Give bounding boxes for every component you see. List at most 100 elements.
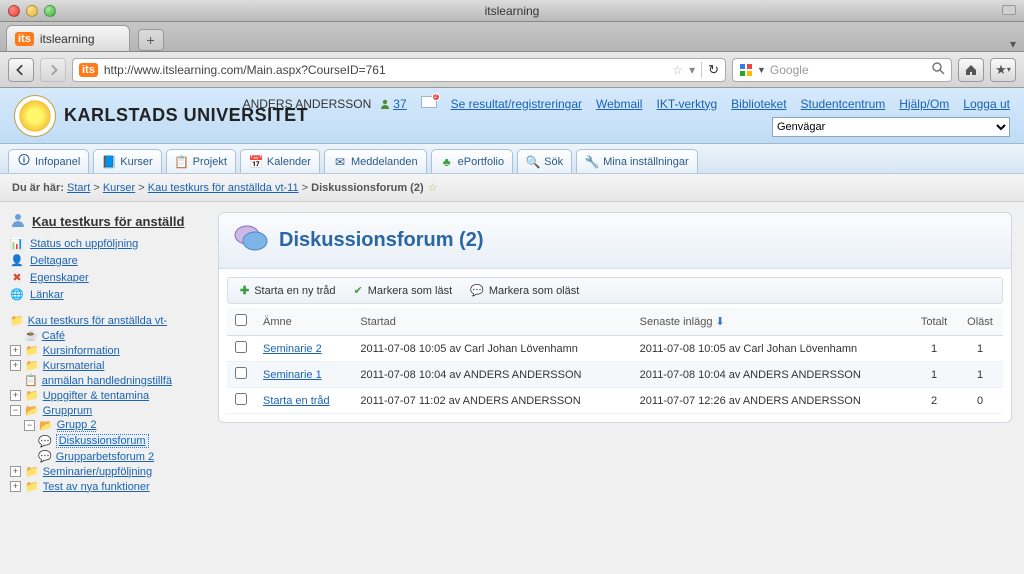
new-thread-button[interactable]: ✚ Starta en ny tråd (240, 284, 336, 297)
threads-table: Ämne Startad Senaste inlägg ⬇ Totalt Olä… (227, 308, 1003, 414)
col-total[interactable]: Totalt (911, 308, 957, 336)
dropdown-arrow-icon[interactable]: ▾ (689, 63, 695, 77)
tab-infopanel[interactable]: 🛈Infopanel (8, 149, 89, 173)
infopanel-icon: 🛈 (17, 155, 31, 169)
shortcut-row: Genvägar (772, 117, 1010, 137)
reload-icon[interactable]: ↻ (708, 62, 719, 78)
select-all-checkbox[interactable] (235, 314, 247, 326)
search-engine-dropdown-icon[interactable]: ▼ (757, 65, 766, 75)
col-subject[interactable]: Ämne (255, 308, 352, 336)
browser-tab[interactable]: its itslearning (6, 25, 130, 51)
tree-diskussionsforum[interactable]: Diskussionsforum (56, 434, 149, 448)
mark-unread-button[interactable]: 💬 Markera som oläst (470, 284, 579, 297)
tree-testnya[interactable]: Test av nya funktioner (43, 481, 150, 493)
bc-course[interactable]: Kau testkurs för anställda vt-11 (148, 182, 299, 194)
home-button[interactable] (958, 58, 984, 82)
links-icon: 🌐 (10, 288, 24, 301)
thread-link[interactable]: Seminarie 1 (263, 369, 322, 381)
tab-eportfolio[interactable]: ♣ePortfolio (431, 149, 513, 173)
page: KARLSTADS UNIVERSITET ANDERS ANDERSSON 3… (0, 88, 1024, 574)
col-started[interactable]: Startad (352, 308, 631, 336)
webmail-link[interactable]: Webmail (596, 97, 642, 111)
ikt-link[interactable]: IKT-verktyg (656, 97, 717, 111)
back-arrow-icon (15, 64, 27, 76)
library-link[interactable]: Biblioteket (731, 97, 786, 111)
unread-cell: 0 (957, 388, 1003, 414)
bookmarks-button[interactable]: ★▾ (990, 58, 1016, 82)
studentcenter-link[interactable]: Studentcentrum (801, 97, 886, 111)
sidebar-status-link[interactable]: Status och uppföljning (30, 238, 138, 250)
tab-installningar[interactable]: 🔧Mina inställningar (576, 149, 698, 173)
cafe-icon: ☕ (24, 329, 38, 342)
tree-uppgifter[interactable]: Uppgifter & tentamina (43, 390, 149, 402)
messages-link[interactable]: 2 (421, 96, 437, 111)
course-title[interactable]: Kau testkurs för anställd (10, 212, 196, 231)
browser-search-field[interactable]: ▼ Google (732, 58, 952, 82)
col-latest[interactable]: Senaste inlägg ⬇ (632, 308, 911, 336)
online-users-link[interactable]: 37 (379, 97, 406, 111)
total-cell: 1 (911, 336, 957, 362)
site-favicon-icon: its (79, 63, 98, 77)
mark-read-button[interactable]: ✔ Markera som läst (354, 284, 453, 297)
search-nav-icon: 🔍 (526, 155, 540, 169)
tree-collapse-button[interactable]: − (10, 405, 21, 416)
total-cell: 1 (911, 362, 957, 388)
tree-root[interactable]: Kau testkurs för anställda vt- (28, 315, 167, 327)
tabbar-overflow-icon[interactable]: ▾ (1010, 37, 1016, 51)
logout-link[interactable]: Logga ut (963, 97, 1010, 111)
tree-kursmaterial[interactable]: Kursmaterial (43, 360, 105, 372)
window-title: itslearning (0, 4, 1024, 18)
tab-sok[interactable]: 🔍Sök (517, 149, 572, 173)
new-tab-button[interactable]: + (138, 29, 164, 51)
bc-kurser[interactable]: Kurser (103, 182, 135, 194)
tree-expand-button[interactable]: + (10, 345, 21, 356)
sidebar-links-link[interactable]: Länkar (30, 289, 64, 301)
row-checkbox[interactable] (235, 341, 247, 353)
favorite-star-icon[interactable]: ☆ (428, 181, 438, 194)
shortcut-select[interactable]: Genvägar (772, 117, 1010, 137)
row-checkbox[interactable] (235, 367, 247, 379)
results-link[interactable]: Se resultat/registreringar (451, 97, 582, 111)
tree-grupprum[interactable]: Grupprum (43, 405, 93, 417)
folder-open-icon: 📂 (25, 404, 39, 417)
tree-expand-button[interactable]: + (10, 360, 21, 371)
forward-button[interactable] (40, 58, 66, 82)
sidebar-participants-link[interactable]: Deltagare (30, 255, 78, 267)
table-row: Starta en tråd 2011-07-07 11:02 av ANDER… (227, 388, 1003, 414)
tab-projekt[interactable]: 📋Projekt (166, 149, 236, 173)
col-unread[interactable]: Oläst (957, 308, 1003, 336)
tab-kurser[interactable]: 📘Kurser (93, 149, 161, 173)
thread-link[interactable]: Starta en tråd (263, 395, 330, 407)
tree-expand-button[interactable]: + (10, 390, 21, 401)
sidebar-properties-link[interactable]: Egenskaper (30, 272, 89, 284)
tree-expand-button[interactable]: + (10, 481, 21, 492)
search-icon[interactable] (932, 62, 945, 78)
window-titlebar: itslearning (0, 0, 1024, 22)
window-toolbar-button[interactable] (1002, 5, 1016, 15)
tab-kalender[interactable]: 📅Kalender (240, 149, 320, 173)
latest-cell: 2011-07-08 10:05 av Carl Johan Lövenhamn (632, 336, 911, 362)
tree-expand-button[interactable]: + (10, 466, 21, 477)
tree-kursinfo[interactable]: Kursinformation (43, 345, 120, 357)
latest-cell: 2011-07-08 10:04 av ANDERS ANDERSSON (632, 362, 911, 388)
unread-cell: 1 (957, 362, 1003, 388)
main-nav: 🛈Infopanel 📘Kurser 📋Projekt 📅Kalender ✉M… (0, 144, 1024, 174)
row-checkbox[interactable] (235, 393, 247, 405)
bookmark-star-icon[interactable]: ☆ (672, 63, 683, 77)
back-button[interactable] (8, 58, 34, 82)
tree-grupparbetsforum[interactable]: Grupparbetsforum 2 (56, 451, 154, 463)
table-row: Seminarie 1 2011-07-08 10:04 av ANDERS A… (227, 362, 1003, 388)
sort-desc-icon: ⬇ (716, 316, 725, 328)
tree-seminarier[interactable]: Seminarier/uppföljning (43, 466, 152, 478)
tree-cafe[interactable]: Café (42, 330, 65, 342)
tree-collapse-button[interactable]: − (24, 420, 35, 431)
tree-grupp2[interactable]: Grupp 2 (57, 419, 97, 432)
tree-anmalan[interactable]: anmälan handledningstillfä (42, 375, 172, 387)
separator (701, 62, 702, 78)
help-link[interactable]: Hjälp/Om (899, 97, 949, 111)
tab-meddelanden[interactable]: ✉Meddelanden (324, 149, 427, 173)
thread-link[interactable]: Seminarie 2 (263, 343, 322, 355)
started-cell: 2011-07-08 10:04 av ANDERS ANDERSSON (352, 362, 631, 388)
url-field[interactable]: its http://www.itslearning.com/Main.aspx… (72, 58, 726, 82)
bc-start[interactable]: Start (67, 182, 90, 194)
